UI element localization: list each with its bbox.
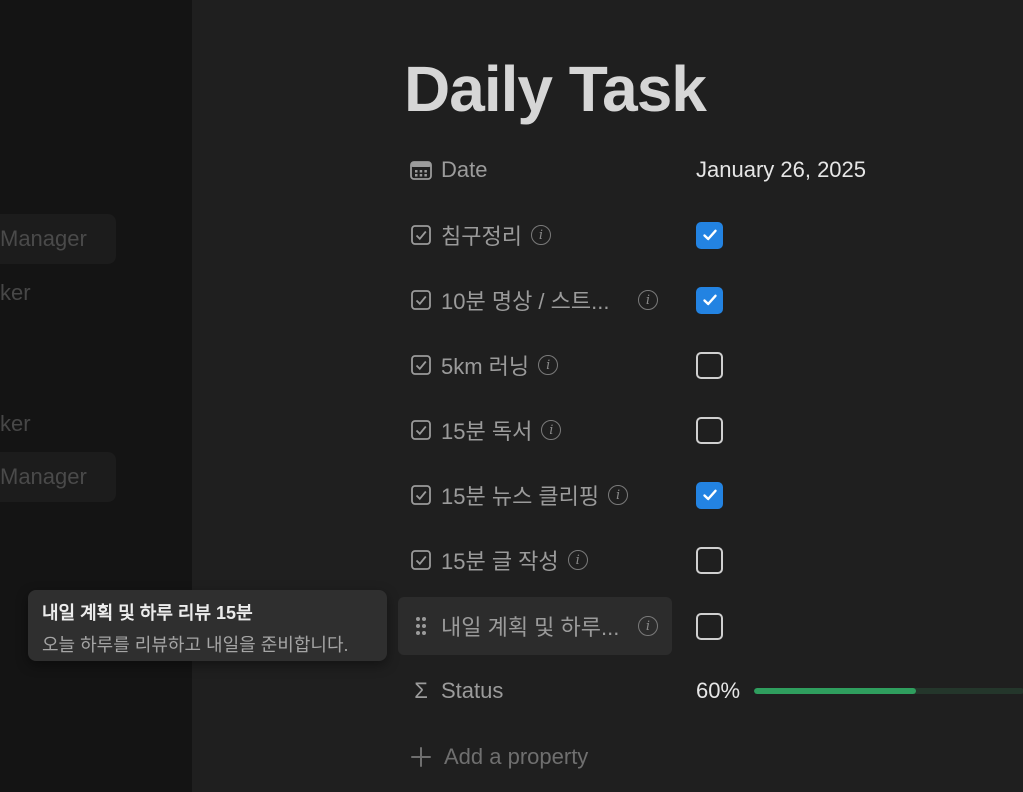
property-name[interactable]: Σ Status	[398, 662, 672, 720]
tooltip-description: 오늘 하루를 리뷰하고 내일을 준비합니다.	[42, 635, 349, 655]
property-row-checkbox: 15분 글 작성 i	[398, 531, 1023, 589]
sigma-icon: Σ	[414, 678, 428, 703]
property-label: 15분 뉴스 클리핑	[441, 484, 600, 509]
info-icon[interactable]: i	[530, 225, 551, 245]
sidebar: Manager ker ker Manager	[0, 0, 192, 792]
checkbox[interactable]	[696, 481, 723, 509]
property-name[interactable]: 15분 독서 i	[398, 401, 672, 459]
progress-fill	[754, 688, 917, 694]
checkbox-value	[696, 597, 723, 655]
checkbox-value	[696, 271, 723, 329]
tooltip: 내일 계획 및 하루 리뷰 15분 오늘 하루를 리뷰하고 내일을 준비합니다.	[28, 590, 387, 661]
property-row-checkbox: 15분 뉴스 클리핑 i	[398, 466, 1023, 524]
property-label: 내일 계획 및 하루...	[441, 615, 620, 640]
property-label: 10분 명상 / 스트...	[441, 289, 610, 314]
sidebar-item[interactable]: ker	[0, 280, 31, 306]
check-icon	[702, 489, 717, 501]
checkbox-value	[696, 466, 723, 524]
property-row-checkbox: 침구정리 i	[398, 206, 1023, 264]
property-row-date: Date January 26, 2025	[398, 141, 1023, 199]
checkbox[interactable]	[696, 546, 723, 574]
info-icon[interactable]: i	[638, 616, 658, 636]
calendar-icon	[410, 159, 432, 181]
checkbox-property-icon	[410, 549, 432, 571]
sidebar-item[interactable]: Manager	[0, 214, 116, 264]
checkbox[interactable]	[696, 416, 723, 444]
sidebar-item[interactable]: Manager	[0, 452, 116, 502]
property-label: 15분 글 작성	[441, 549, 559, 574]
tooltip-title: 내일 계획 및 하루 리뷰 15분	[42, 603, 253, 623]
checkbox[interactable]	[696, 351, 723, 379]
property-name[interactable]: Date	[398, 141, 672, 199]
property-row-checkbox: 15분 독서 i	[398, 401, 1023, 459]
checkbox-property-icon	[410, 419, 432, 441]
sidebar-item-label: Manager	[0, 226, 87, 251]
checkbox-property-icon	[410, 224, 432, 246]
checkbox-value	[696, 401, 723, 459]
info-icon[interactable]: i	[567, 550, 588, 570]
checkbox-property-icon	[410, 354, 432, 376]
property-row-checkbox: 10분 명상 / 스트... i	[398, 271, 1023, 329]
checkbox-property-icon	[410, 289, 432, 311]
page-title[interactable]: Daily Task	[404, 52, 707, 126]
checkbox-value	[696, 531, 723, 589]
property-name[interactable]: 5km 러닝 i	[398, 336, 672, 394]
info-icon[interactable]: i	[538, 355, 559, 375]
property-row-status: Σ Status 60%	[398, 662, 1023, 720]
add-property-label: Add a property	[444, 744, 589, 769]
drag-handle-icon[interactable]	[410, 615, 432, 637]
sidebar-item[interactable]: ker	[0, 411, 31, 437]
plus-icon	[410, 746, 432, 768]
property-name[interactable]: 15분 뉴스 클리핑 i	[398, 466, 672, 524]
property-label: 15분 독서	[441, 419, 533, 444]
checkbox[interactable]	[696, 286, 723, 314]
info-icon[interactable]: i	[638, 290, 658, 310]
property-name[interactable]: 내일 계획 및 하루...	[398, 597, 672, 655]
property-row-checkbox: 내일 계획 및 하루... i	[398, 597, 1023, 655]
checkbox-value	[696, 336, 723, 394]
property-name[interactable]: 침구정리 i	[398, 206, 672, 264]
sidebar-item-label: ker	[0, 411, 31, 436]
property-label: Status	[441, 678, 504, 703]
date-value[interactable]: January 26, 2025	[696, 141, 866, 199]
sidebar-item-label: ker	[0, 280, 31, 305]
property-name[interactable]: 15분 글 작성 i	[398, 531, 672, 589]
checkbox-value	[696, 206, 723, 264]
add-property-button[interactable]: Add a property	[410, 738, 588, 776]
property-row-checkbox: 5km 러닝 i	[398, 336, 1023, 394]
info-icon[interactable]: i	[541, 420, 562, 440]
property-label: 5km 러닝	[441, 354, 530, 379]
property-label: 침구정리	[441, 224, 522, 249]
status-value[interactable]: 60%	[696, 662, 1023, 720]
checkbox[interactable]	[696, 221, 723, 249]
check-icon	[702, 229, 717, 241]
checkbox-property-icon	[410, 484, 432, 506]
check-icon	[702, 294, 717, 306]
sidebar-item-label: Manager	[0, 464, 87, 489]
status-progress-bar	[754, 688, 1023, 694]
status-percent: 60%	[696, 678, 741, 703]
info-icon[interactable]: i	[608, 485, 629, 505]
checkbox[interactable]	[696, 612, 723, 640]
property-name[interactable]: 10분 명상 / 스트...	[398, 271, 672, 329]
property-label: Date	[441, 157, 488, 182]
